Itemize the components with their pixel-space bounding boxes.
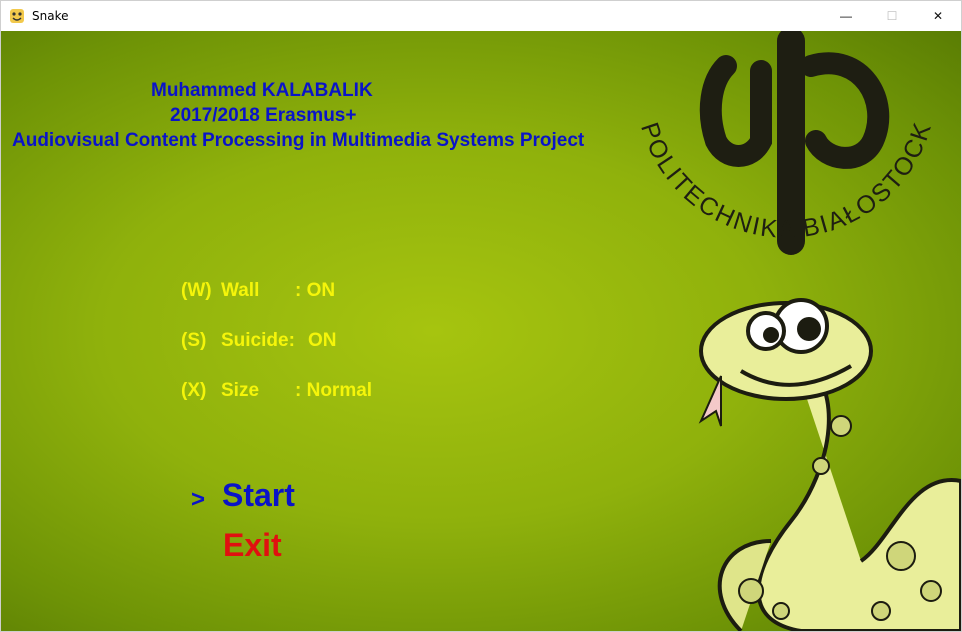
maximize-button[interactable]: ☐	[869, 1, 915, 31]
option-name: Size	[221, 380, 260, 401]
menu-selector-arrow: >	[191, 486, 206, 513]
svg-text:POLITECHNIKA BIAŁOSTOCKA: POLITECHNIKA BIAŁOSTOCKA	[611, 31, 937, 244]
window-title: Snake	[32, 9, 69, 23]
option-key: (S)	[181, 330, 207, 351]
logo-text: POLITECHNIKA BIAŁOSTOCKA	[611, 31, 935, 244]
start-button[interactable]: Start	[222, 477, 295, 514]
exit-button[interactable]: Exit	[223, 527, 282, 564]
author-name: Muhammed KALABALIK	[151, 80, 373, 101]
university-logo: POLITECHNIKA BIAŁOSTOCKA	[611, 31, 937, 255]
python-snake-icon	[10, 9, 24, 23]
snake-mascot-illustration	[698, 298, 961, 631]
option-key: (W)	[181, 280, 212, 301]
close-button[interactable]: ✕	[915, 1, 961, 31]
option-value: : Normal	[295, 380, 373, 401]
app-window: Snake — ☐ ✕ POLITECHNIKA BIAŁOSTOCKA	[0, 0, 962, 632]
title-bar[interactable]: Snake — ☐ ✕	[1, 1, 961, 31]
option-key: (X)	[181, 380, 207, 401]
game-canvas[interactable]: POLITECHNIKA BIAŁOSTOCKA Muhammed KALABA…	[1, 31, 961, 631]
project-title: Audiovisual Content Processing in Multim…	[12, 130, 585, 151]
option-name: Suicide:	[221, 330, 295, 351]
option-value: ON	[308, 330, 337, 351]
option-name: Wall	[221, 280, 260, 301]
minimize-button[interactable]: —	[823, 1, 869, 31]
program-line: 2017/2018 Erasmus+	[170, 105, 357, 126]
option-value: : ON	[295, 280, 336, 301]
